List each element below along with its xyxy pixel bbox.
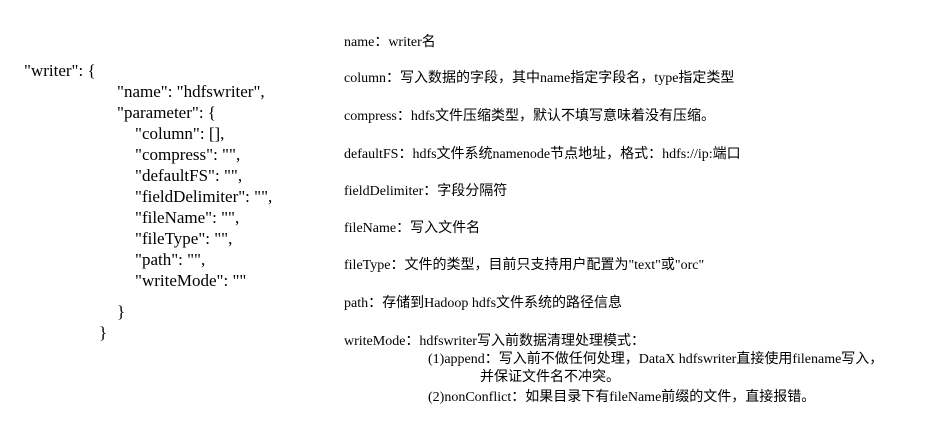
code-line-writer: "writer": { <box>24 61 96 80</box>
code-line-filename: "fileName": "", <box>135 208 240 227</box>
writemode-nonconflict: (2)nonConflict：如果目录下有fileName前缀的文件，直接报错。 <box>428 390 816 405</box>
desc-column: column：写入数据的字段，其中name指定字段名，type指定类型 <box>344 71 735 86</box>
desc-writemode: writeMode：hdfswriter写入前数据清理处理模式： <box>344 334 645 349</box>
desc-defaultfs: defaultFS：hdfs文件系统namenode节点地址，格式：hdfs:/… <box>344 147 741 162</box>
code-line-close-writer: } <box>99 323 108 342</box>
code-line-column: "column": [], <box>135 124 225 143</box>
desc-fielddelimiter: fieldDelimiter：字段分隔符 <box>344 184 508 199</box>
writemode-append-line2: 并保证文件名不冲突。 <box>480 370 620 385</box>
code-line-parameter: "parameter": { <box>117 103 216 122</box>
code-line-close-parameter: } <box>117 302 126 321</box>
code-line-defaultfs: "defaultFS": "", <box>135 166 243 185</box>
desc-compress: compress：hdfs文件压缩类型，默认不填写意味着没有压缩。 <box>344 109 715 124</box>
desc-name: name：writer名 <box>344 35 436 50</box>
code-line-path: "path": "", <box>135 250 206 269</box>
code-line-filetype: "fileType": "", <box>135 229 233 248</box>
code-line-fielddelimiter: "fieldDelimiter": "", <box>135 187 273 206</box>
desc-path: path：存储到Hadoop hdfs文件系统的路径信息 <box>344 296 623 311</box>
code-line-writemode: "writeMode": "" <box>135 271 247 290</box>
desc-filetype: fileType：文件的类型，目前只支持用户配置为"text"或"orc" <box>344 258 705 273</box>
code-line-name: "name": "hdfswriter", <box>117 82 265 101</box>
code-line-compress: "compress": "", <box>135 145 241 164</box>
desc-filename: fileName：写入文件名 <box>344 221 481 236</box>
writemode-append-line1: (1)append：写入前不做任何处理，DataX hdfswriter直接使用… <box>428 352 884 367</box>
